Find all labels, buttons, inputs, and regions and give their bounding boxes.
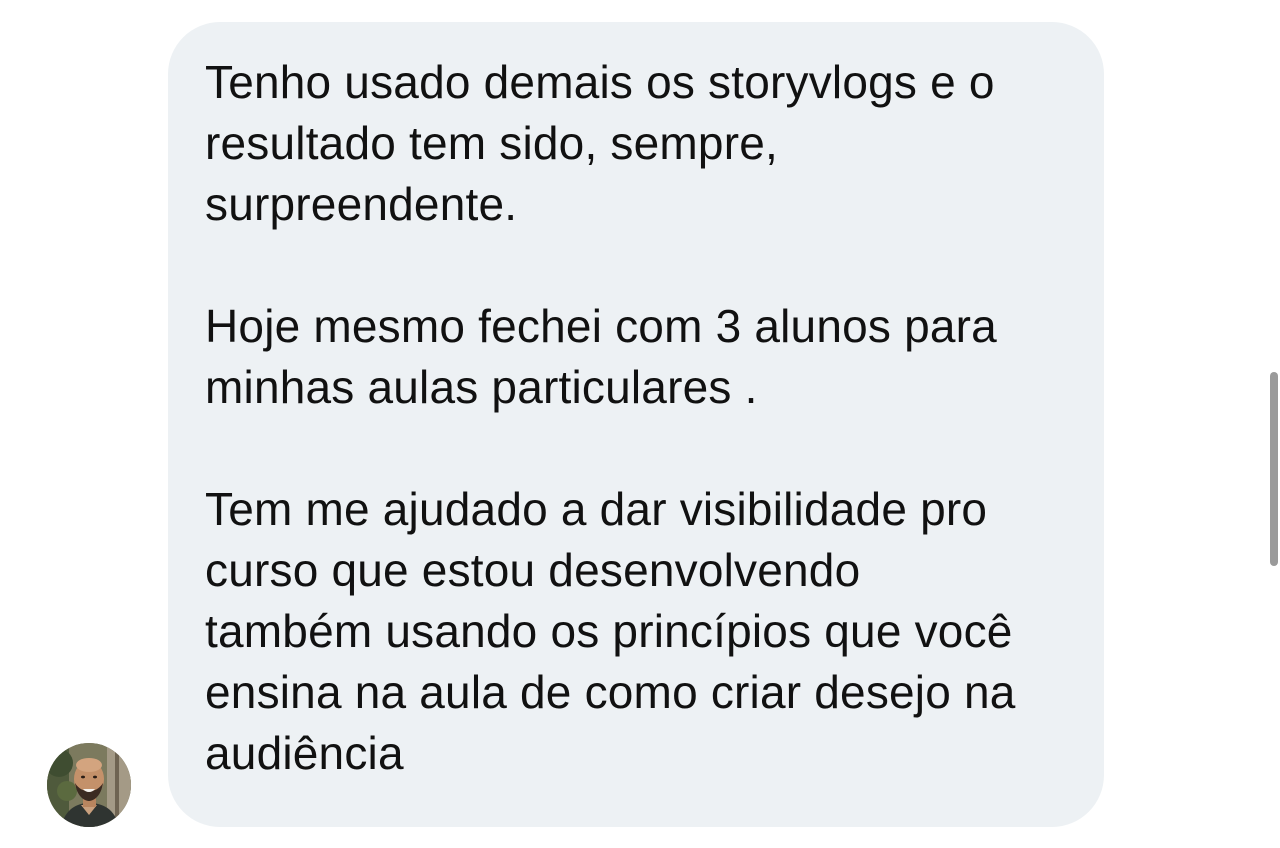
received-message-bubble[interactable]: Tenho usado demais os storyvlogs e o res…: [168, 22, 1104, 827]
chat-screen: Tenho usado demais os storyvlogs e o res…: [0, 0, 1280, 848]
message-paragraph: Tem me ajudado a dar visibilidade pro cu…: [205, 483, 1016, 779]
message-paragraph: Hoje mesmo fechei com 3 alunos para minh…: [205, 300, 997, 413]
message-paragraph: Tenho usado demais os storyvlogs e o res…: [205, 56, 995, 230]
profile-photo-icon: [47, 743, 131, 827]
scrollbar-thumb[interactable]: [1270, 372, 1278, 566]
sender-avatar[interactable]: [47, 743, 131, 827]
